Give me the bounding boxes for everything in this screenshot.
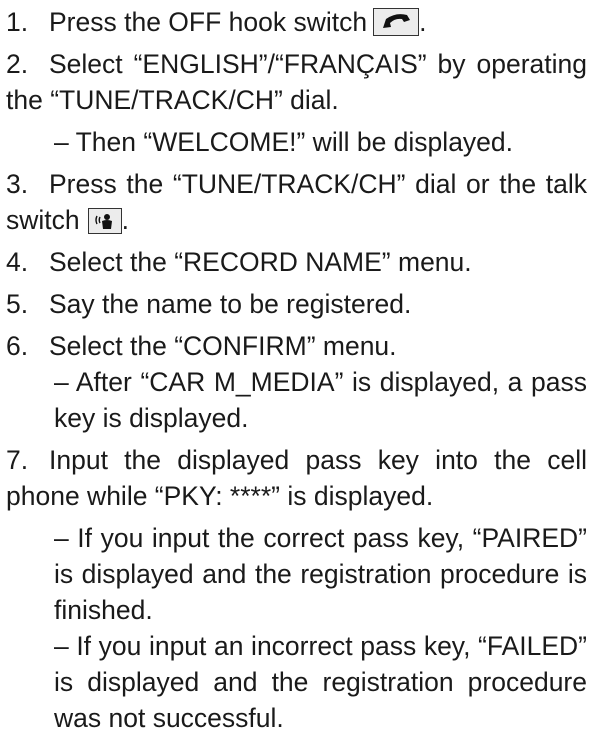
step-note: – Then “WELCOME!” will be displayed. — [54, 127, 514, 157]
step-number: 3. — [6, 169, 29, 199]
step-number: 5. — [6, 289, 29, 319]
step-text-end: . — [419, 7, 427, 37]
step-number: 1. — [6, 7, 29, 37]
step-text: Say the name to be registered. — [49, 289, 412, 319]
instruction-page: 1. Press the OFF hook switch. 2. Select “E… — [0, 0, 590, 733]
step-2: 2. Select “ENGLISH”/“FRANÇAIS” by operati… — [6, 46, 587, 118]
step-3: 3. Press the “TUNE/TRACK/CH” dial or the … — [6, 166, 587, 238]
step-number: 4. — [6, 247, 29, 277]
talk-voice-icon — [87, 208, 122, 234]
step-number: 6. — [6, 331, 29, 361]
step-text: Select the “RECORD NAME” menu. — [49, 247, 472, 277]
off-hook-phone-icon — [373, 8, 420, 36]
step-number: 7. — [6, 445, 29, 475]
step-7: 7. Input the displayed pass key into the … — [6, 442, 587, 514]
step-4: 4. Select the “RECORD NAME” menu. — [6, 244, 587, 280]
step-note: – If you input an incorrect pass key, “F… — [54, 631, 587, 733]
step-6: 6. Select the “CONFIRM” menu. — [6, 328, 587, 364]
step-text: Input the displayed pass key into the ce… — [6, 445, 587, 511]
step-5: 5. Say the name to be registered. — [6, 286, 587, 322]
step-text: Select the “CONFIRM” menu. — [49, 331, 397, 361]
step-text-end: . — [121, 205, 130, 235]
step-note: – If you input the correct pass key, “PA… — [54, 523, 587, 625]
step-note: – After “CAR M_MEDIA” is displayed, a pa… — [54, 367, 587, 433]
step-text: Press the OFF hook switch — [49, 7, 368, 37]
step-1: 1. Press the OFF hook switch. — [6, 4, 587, 40]
step-text: Select “ENGLISH”/“FRANÇAIS” by operating… — [6, 49, 587, 115]
step-number: 2. — [6, 49, 29, 79]
